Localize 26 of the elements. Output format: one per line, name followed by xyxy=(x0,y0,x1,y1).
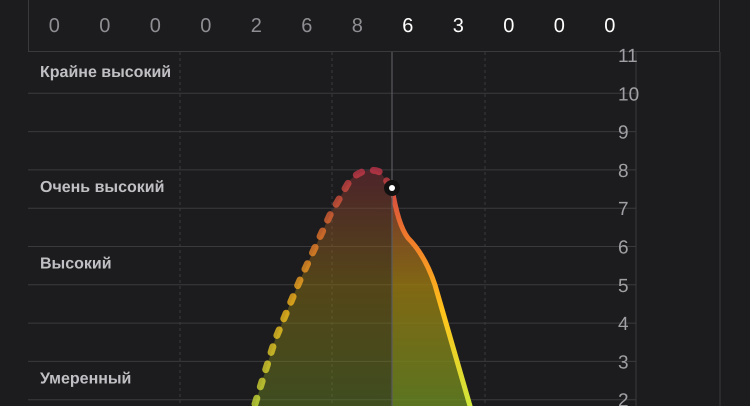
axis-label: 11 xyxy=(618,46,638,67)
hour-value: 2 xyxy=(250,15,262,38)
current-time-marker-icon xyxy=(384,180,400,196)
axis-label: 9 xyxy=(618,122,629,144)
hour-value: 6 xyxy=(301,15,312,38)
uv-level-label: Умеренный xyxy=(40,370,132,388)
hour-value: 3 xyxy=(452,15,464,38)
axis-label: 10 xyxy=(618,84,640,106)
hour-value: 0 xyxy=(604,15,616,38)
axis-label: 7 xyxy=(618,199,629,220)
hour-value: 0 xyxy=(99,15,110,38)
axis-label: 5 xyxy=(618,276,629,297)
uv-level-label: Высокий xyxy=(40,256,112,272)
hour-value: 8 xyxy=(352,15,363,38)
hour-value: 6 xyxy=(402,15,414,38)
uv-level-label: Очень высокий xyxy=(40,178,164,196)
hour-value: 0 xyxy=(48,15,60,38)
axis-label: 3 xyxy=(618,352,629,374)
axis-label: 6 xyxy=(618,238,629,258)
uv-level-label: Крайне высокий xyxy=(40,64,172,81)
hour-value: 0 xyxy=(503,15,514,38)
axis-label: 4 xyxy=(618,314,629,336)
hour-value: 0 xyxy=(200,15,212,38)
hour-value: 0 xyxy=(150,15,161,38)
hour-value: 0 xyxy=(554,15,565,38)
axis-label: 8 xyxy=(618,160,629,182)
